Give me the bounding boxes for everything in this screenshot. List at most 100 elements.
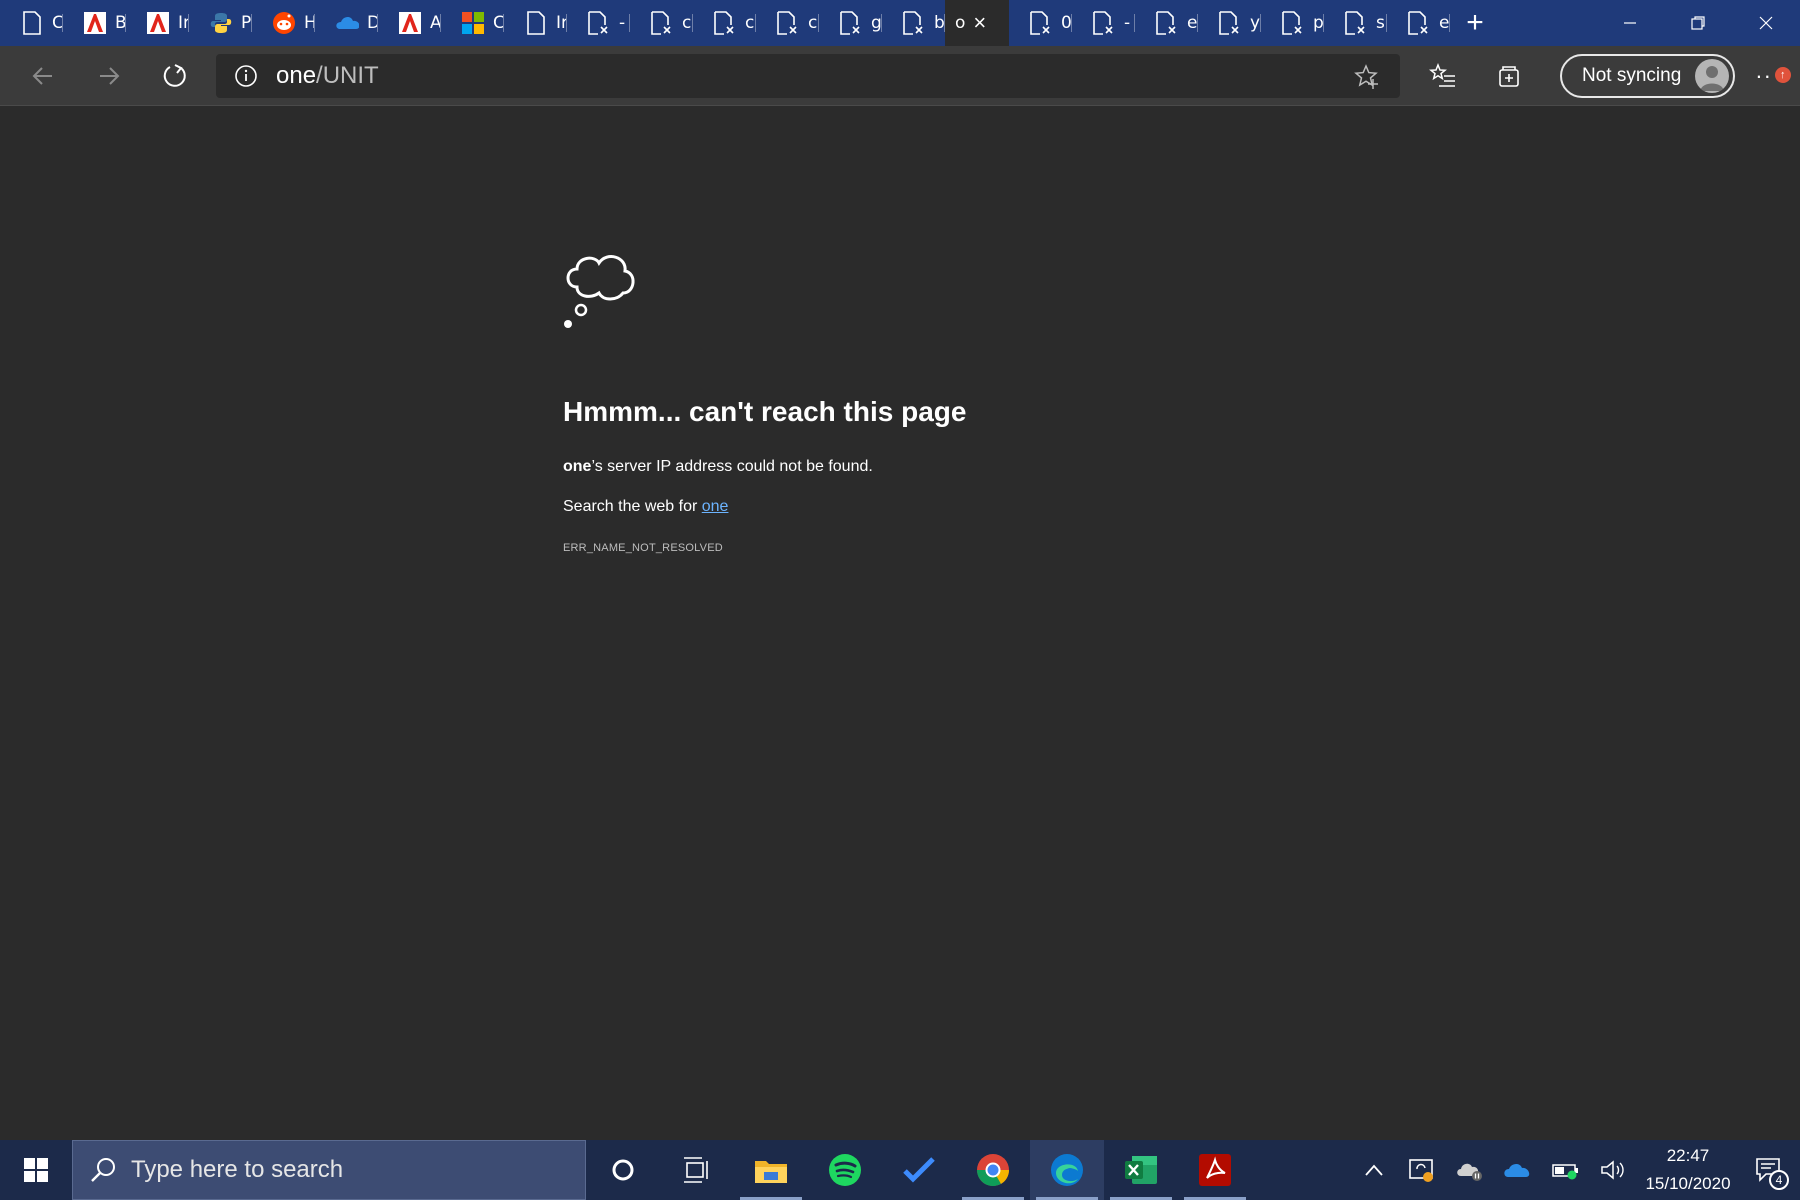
tab-label: B	[115, 13, 125, 33]
edge-button[interactable]	[1030, 1140, 1104, 1200]
file-explorer-icon	[755, 1161, 787, 1183]
action-center-button[interactable]: 4	[1738, 1140, 1800, 1200]
broken-page-icon	[587, 11, 611, 35]
tab-label: P	[241, 13, 251, 33]
search-web-link[interactable]: one	[702, 498, 729, 515]
cortana-button[interactable]	[586, 1140, 660, 1200]
volume-icon	[1601, 1160, 1624, 1180]
info-icon	[235, 65, 257, 87]
favorites-list-icon	[1429, 62, 1455, 87]
file-explorer-button[interactable]	[734, 1140, 808, 1200]
error-message: one’s server IP address could not be fou…	[563, 458, 1263, 476]
show-hidden-icons-button[interactable]	[1350, 1163, 1398, 1177]
tab-label: D	[367, 13, 377, 33]
tray-volume-button[interactable]	[1590, 1158, 1638, 1182]
collections-icon	[1499, 66, 1519, 87]
tab[interactable]: -	[567, 0, 630, 46]
todo-button[interactable]	[882, 1140, 956, 1200]
tab-label: Ir	[556, 13, 566, 33]
taskbar-search-box[interactable]: Type here to search	[72, 1140, 586, 1200]
close-tab-icon[interactable]: ×	[973, 10, 986, 36]
address-url[interactable]: one/UNIT	[276, 62, 379, 90]
tab[interactable]: c	[756, 0, 819, 46]
tab[interactable]: s	[1324, 0, 1387, 46]
favorite-button[interactable]	[1354, 64, 1380, 95]
chrome-button[interactable]	[956, 1140, 1030, 1200]
tab[interactable]: H	[252, 0, 315, 46]
tab[interactable]: b	[882, 0, 945, 46]
tray-battery-button[interactable]	[1542, 1160, 1590, 1180]
address-bar[interactable]: one/UNIT	[216, 54, 1400, 98]
tab-label: e	[1187, 13, 1197, 33]
collections-button[interactable]	[1476, 46, 1542, 106]
clock[interactable]: 22:47 15/10/2020	[1638, 1142, 1738, 1198]
restore-button[interactable]	[1664, 0, 1732, 46]
broken-page-icon	[1218, 11, 1242, 35]
tab[interactable]: g	[819, 0, 882, 46]
spotify-button[interactable]	[808, 1140, 882, 1200]
taskbar: Type here to search 22:47 15/10/2020 4	[0, 1140, 1800, 1200]
favorites-button[interactable]	[1410, 46, 1476, 106]
tab-label: c	[682, 13, 692, 33]
tab-label: g	[871, 13, 881, 33]
tab[interactable]: P	[189, 0, 252, 46]
onedrive-icon	[335, 11, 359, 35]
tab[interactable]: -	[1072, 0, 1135, 46]
tab[interactable]: D	[315, 0, 378, 46]
tab[interactable]: C	[441, 0, 504, 46]
tab-active[interactable]: o ×	[945, 0, 1009, 46]
tab[interactable]: y	[1198, 0, 1261, 46]
new-tab-button[interactable]: +	[1450, 0, 1500, 46]
close-window-button[interactable]	[1732, 0, 1800, 46]
window-controls	[1596, 0, 1800, 46]
tab-label: b	[934, 13, 944, 33]
page-content: Hmmm... can't reach this page one’s serv…	[0, 107, 1800, 1140]
search-prefix: Search the web for	[563, 498, 702, 515]
broken-page-icon	[1155, 11, 1179, 35]
refresh-button[interactable]	[142, 46, 208, 106]
profile-sync-button[interactable]: Not syncing	[1560, 54, 1736, 98]
start-button[interactable]	[0, 1140, 72, 1200]
back-button[interactable]	[10, 46, 76, 106]
todo-icon	[903, 1157, 935, 1183]
broken-page-icon	[1281, 11, 1305, 35]
address-path: /UNIT	[316, 62, 379, 89]
clock-time: 22:47	[1666, 1146, 1710, 1165]
browser-toolbar: one/UNIT Not syncing ·· ↑	[0, 46, 1800, 106]
chevron-up-icon	[1365, 1164, 1383, 1176]
tray-sync-app-button[interactable]	[1398, 1157, 1446, 1183]
tray-onedrive-paused-button[interactable]	[1446, 1158, 1494, 1182]
tab[interactable]: c	[630, 0, 693, 46]
notification-count-badge: 4	[1769, 1170, 1789, 1190]
page-icon	[524, 11, 548, 35]
excel-button[interactable]	[1104, 1140, 1178, 1200]
task-view-icon	[684, 1157, 708, 1183]
tab[interactable]: A	[378, 0, 441, 46]
tab[interactable]: Ir	[126, 0, 189, 46]
site-info-button[interactable]	[216, 64, 276, 88]
person-icon	[1700, 66, 1725, 91]
tray-onedrive-button[interactable]	[1494, 1160, 1542, 1180]
minimize-button[interactable]	[1596, 0, 1664, 46]
tab[interactable]: C	[0, 0, 63, 46]
tab-label: 0	[1061, 13, 1071, 33]
adobe-icon	[398, 11, 422, 35]
tab[interactable]: p	[1261, 0, 1324, 46]
taskbar-search-placeholder: Type here to search	[131, 1156, 344, 1183]
forward-button[interactable]	[76, 46, 142, 106]
tab[interactable]: Ir	[504, 0, 567, 46]
tab[interactable]: e	[1387, 0, 1450, 46]
task-view-button[interactable]	[660, 1140, 734, 1200]
tab-label: H	[304, 13, 314, 33]
tab[interactable]: e	[1135, 0, 1198, 46]
tab[interactable]: c	[693, 0, 756, 46]
reddit-icon	[272, 11, 296, 35]
acrobat-button[interactable]	[1178, 1140, 1252, 1200]
update-badge-icon: ↑	[1775, 67, 1792, 83]
battery-charging-icon	[1552, 1164, 1578, 1180]
settings-more-button[interactable]: ·· ↑	[1755, 63, 1795, 89]
broken-page-icon	[1407, 11, 1431, 35]
close-icon	[1759, 16, 1773, 30]
tab[interactable]: B	[63, 0, 126, 46]
tab[interactable]: 0	[1009, 0, 1072, 46]
